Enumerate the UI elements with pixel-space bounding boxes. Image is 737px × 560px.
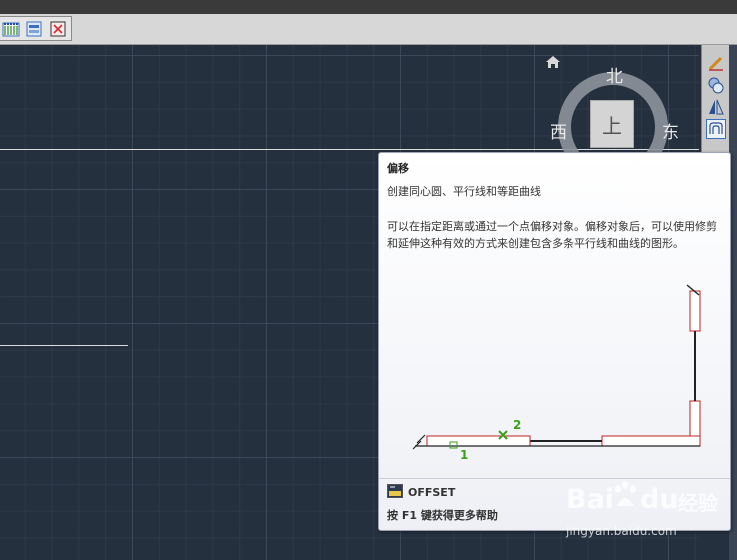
tooltip-command: OFFSET <box>387 483 455 501</box>
tooltip-title: 偏移 <box>387 162 409 175</box>
erase-icon[interactable] <box>706 53 726 73</box>
window-titlebar <box>0 0 737 14</box>
illustration-point-1-label: 1 <box>460 448 468 461</box>
paw-logo-icon <box>612 480 640 516</box>
baidu-watermark: Bai du 经验 jingyan.baidu.com <box>566 478 726 558</box>
viewcube[interactable]: 北 西 东 上 <box>540 50 700 182</box>
gradient-icon[interactable] <box>25 20 43 38</box>
home-icon[interactable] <box>545 54 561 73</box>
viewcube-face-label: 上 <box>602 113 622 138</box>
command-line-icon <box>387 483 403 502</box>
compass-west-label[interactable]: 西 <box>550 118 567 143</box>
offset-icon[interactable] <box>706 119 726 139</box>
tooltip-description: 可以在指定距离或通过一个点偏移对象。偏移对象后，可以使用修剪和延伸这种有效的方式… <box>387 220 717 250</box>
compass-north-label[interactable]: 北 <box>606 62 623 87</box>
modify-panel <box>701 45 730 155</box>
watermark-url: jingyan.baidu.com <box>566 524 677 538</box>
drawn-line-lower <box>0 345 128 346</box>
offset-illustration: 1 2 <box>412 284 701 461</box>
viewcube-top-face[interactable]: 上 <box>590 100 634 148</box>
draw-tool-group <box>0 16 72 41</box>
tooltip-subtitle: 创建同心圆、平行线和等距曲线 <box>387 185 541 198</box>
copy-icon[interactable] <box>706 75 726 95</box>
tooltip-help-text: 按 F1 键获得更多帮助 <box>387 509 498 522</box>
mirror-icon[interactable] <box>706 97 726 117</box>
boundary-icon[interactable] <box>49 20 67 38</box>
watermark-brand: Bai <box>566 484 615 515</box>
watermark-brand-cn: 经验 <box>678 491 718 515</box>
illustration-point-2-label: 2 <box>513 418 521 432</box>
command-tooltip: 偏移 创建同心圆、平行线和等距曲线 可以在指定距离或通过一个点偏移对象。偏移对象… <box>378 152 731 531</box>
command-name: OFFSET <box>408 485 456 499</box>
hatch-icon[interactable] <box>2 20 20 38</box>
toolbar <box>0 14 737 45</box>
watermark-brand-suffix: du <box>640 484 679 515</box>
compass-east-label[interactable]: 东 <box>662 118 679 143</box>
